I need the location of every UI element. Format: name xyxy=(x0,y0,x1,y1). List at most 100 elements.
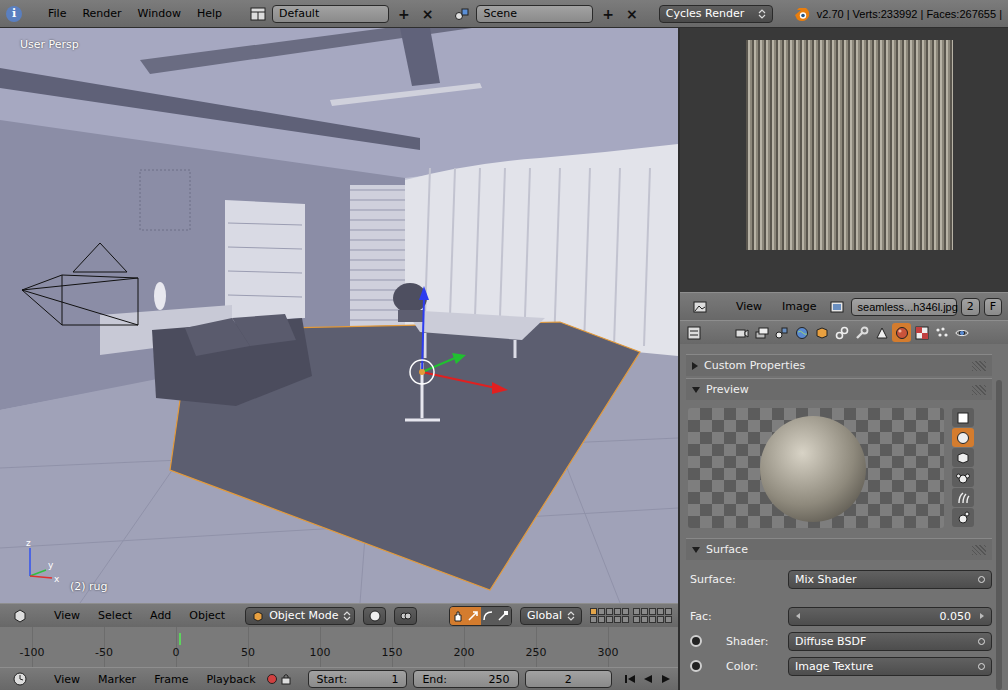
context-tab[interactable] xyxy=(912,323,931,342)
menu-item[interactable]: Playback xyxy=(198,671,263,688)
layer-button[interactable] xyxy=(622,608,629,615)
scene-field[interactable]: Scene xyxy=(476,5,593,23)
fake-user-toggle[interactable]: F xyxy=(984,298,1002,316)
image-browse-icon[interactable] xyxy=(829,299,845,315)
mode-dropdown[interactable]: Object Mode xyxy=(245,607,355,625)
menu-field[interactable]: Mix Shader xyxy=(788,570,992,589)
layer-button[interactable] xyxy=(633,608,640,615)
layer-button[interactable] xyxy=(598,608,605,615)
add-screen-button[interactable]: + xyxy=(395,6,413,22)
preview-shape-button[interactable] xyxy=(952,428,974,447)
screen-layout-icon[interactable] xyxy=(250,6,266,22)
scene-icon[interactable] xyxy=(454,6,470,22)
scene-canvas[interactable]: zyx xyxy=(0,28,678,603)
menu-field[interactable]: Diffuse BSDF xyxy=(788,632,992,651)
scrollbar[interactable] xyxy=(996,380,1002,690)
menu-item[interactable]: View xyxy=(46,671,88,688)
layer-button[interactable] xyxy=(590,608,597,615)
remove-screen-button[interactable]: × xyxy=(419,6,437,22)
record-icon[interactable] xyxy=(266,673,278,685)
menu-item[interactable]: Window xyxy=(130,5,189,22)
timeline-ruler[interactable]: -100-50050100150200250300 xyxy=(0,627,678,667)
lock-icon[interactable] xyxy=(280,673,292,685)
sofa[interactable] xyxy=(152,314,312,406)
manipulator-tool[interactable] xyxy=(450,607,465,625)
screen-layout-field[interactable]: Default xyxy=(272,5,389,23)
info-icon[interactable]: i xyxy=(6,6,22,22)
context-tab[interactable] xyxy=(932,323,951,342)
current-frame-field[interactable]: 2 xyxy=(525,670,612,688)
chair[interactable] xyxy=(393,283,440,420)
timeline-editor-icon[interactable] xyxy=(12,671,28,687)
layer-button[interactable] xyxy=(665,616,672,623)
menu-item[interactable]: Render xyxy=(74,5,129,22)
panel-grip-icon[interactable] xyxy=(972,385,986,395)
menu-item[interactable]: Image xyxy=(774,298,824,315)
preview-shape-button[interactable] xyxy=(952,408,974,427)
add-scene-button[interactable]: + xyxy=(599,6,617,22)
image-name-field[interactable]: seamless...h346l.jpg xyxy=(851,298,957,316)
render-engine-dropdown[interactable]: Cycles Render xyxy=(659,5,773,23)
menu-item[interactable]: View xyxy=(728,298,770,315)
menu-item[interactable]: Select xyxy=(90,607,140,624)
panel-grip-icon[interactable] xyxy=(972,361,986,371)
menu-item[interactable]: Help xyxy=(189,5,230,22)
play-icon[interactable] xyxy=(660,673,672,685)
layer-button[interactable] xyxy=(622,616,629,623)
manipulator-tool[interactable] xyxy=(466,607,481,625)
pivot-dropdown[interactable] xyxy=(394,607,417,625)
layer-button[interactable] xyxy=(641,608,648,615)
image-users-count[interactable]: 2 xyxy=(961,298,980,316)
menu-field[interactable]: Image Texture xyxy=(788,657,992,676)
menu-item[interactable]: Frame xyxy=(146,671,196,688)
editor-type-icon[interactable] xyxy=(12,608,28,624)
layer-button[interactable] xyxy=(657,616,664,623)
panel-grip-icon[interactable] xyxy=(972,545,986,555)
context-tab[interactable] xyxy=(852,323,871,342)
preview-shape-button[interactable] xyxy=(952,488,974,507)
image-editor[interactable] xyxy=(680,28,1008,292)
desk[interactable] xyxy=(405,310,545,358)
panel-header[interactable]: Custom Properties xyxy=(686,354,992,376)
layer-button[interactable] xyxy=(614,608,621,615)
layer-button[interactable] xyxy=(614,616,621,623)
manipulator-tool[interactable] xyxy=(481,607,496,625)
panel-header[interactable]: Preview xyxy=(686,378,992,400)
menu-item[interactable]: Marker xyxy=(90,671,144,688)
menu-item[interactable]: Add xyxy=(142,607,179,624)
panel-header[interactable]: Surface xyxy=(686,538,992,560)
context-tab[interactable] xyxy=(772,323,791,342)
start-frame-field[interactable]: Start:1 xyxy=(308,670,408,688)
context-tab[interactable] xyxy=(952,323,971,342)
context-tab[interactable] xyxy=(792,323,811,342)
layer-button[interactable] xyxy=(590,616,597,623)
layer-button[interactable] xyxy=(606,616,613,623)
remove-scene-button[interactable]: × xyxy=(623,6,641,22)
preview-shape-button[interactable] xyxy=(952,448,974,467)
menu-item[interactable]: View xyxy=(46,607,88,624)
context-tab[interactable] xyxy=(732,323,751,342)
increment-arrow-icon[interactable] xyxy=(979,612,985,620)
menu-item[interactable]: Object xyxy=(181,607,233,624)
layer-button[interactable] xyxy=(665,608,672,615)
layer-button[interactable] xyxy=(649,616,656,623)
layer-button[interactable] xyxy=(606,608,613,615)
context-tab[interactable] xyxy=(832,323,851,342)
context-tab[interactable] xyxy=(812,323,831,342)
preview-shape-button[interactable] xyxy=(952,468,974,487)
socket-link-icon[interactable] xyxy=(690,635,702,647)
manipulator-tool[interactable] xyxy=(496,607,511,625)
layer-button[interactable] xyxy=(649,608,656,615)
image-editor-icon[interactable] xyxy=(692,299,708,315)
current-frame-line[interactable] xyxy=(179,633,181,645)
shading-dropdown[interactable] xyxy=(363,607,386,625)
camera[interactable] xyxy=(22,243,138,325)
socket-link-icon[interactable] xyxy=(690,660,702,672)
preview-shape-button[interactable] xyxy=(952,508,974,527)
layer-button[interactable] xyxy=(633,616,640,623)
transform-manipulator[interactable] xyxy=(410,286,508,394)
decrement-arrow-icon[interactable] xyxy=(795,612,801,620)
orientation-dropdown[interactable]: Global xyxy=(520,607,582,625)
menu-item[interactable]: File xyxy=(40,5,74,22)
number-field[interactable]: 0.050 xyxy=(788,607,992,626)
